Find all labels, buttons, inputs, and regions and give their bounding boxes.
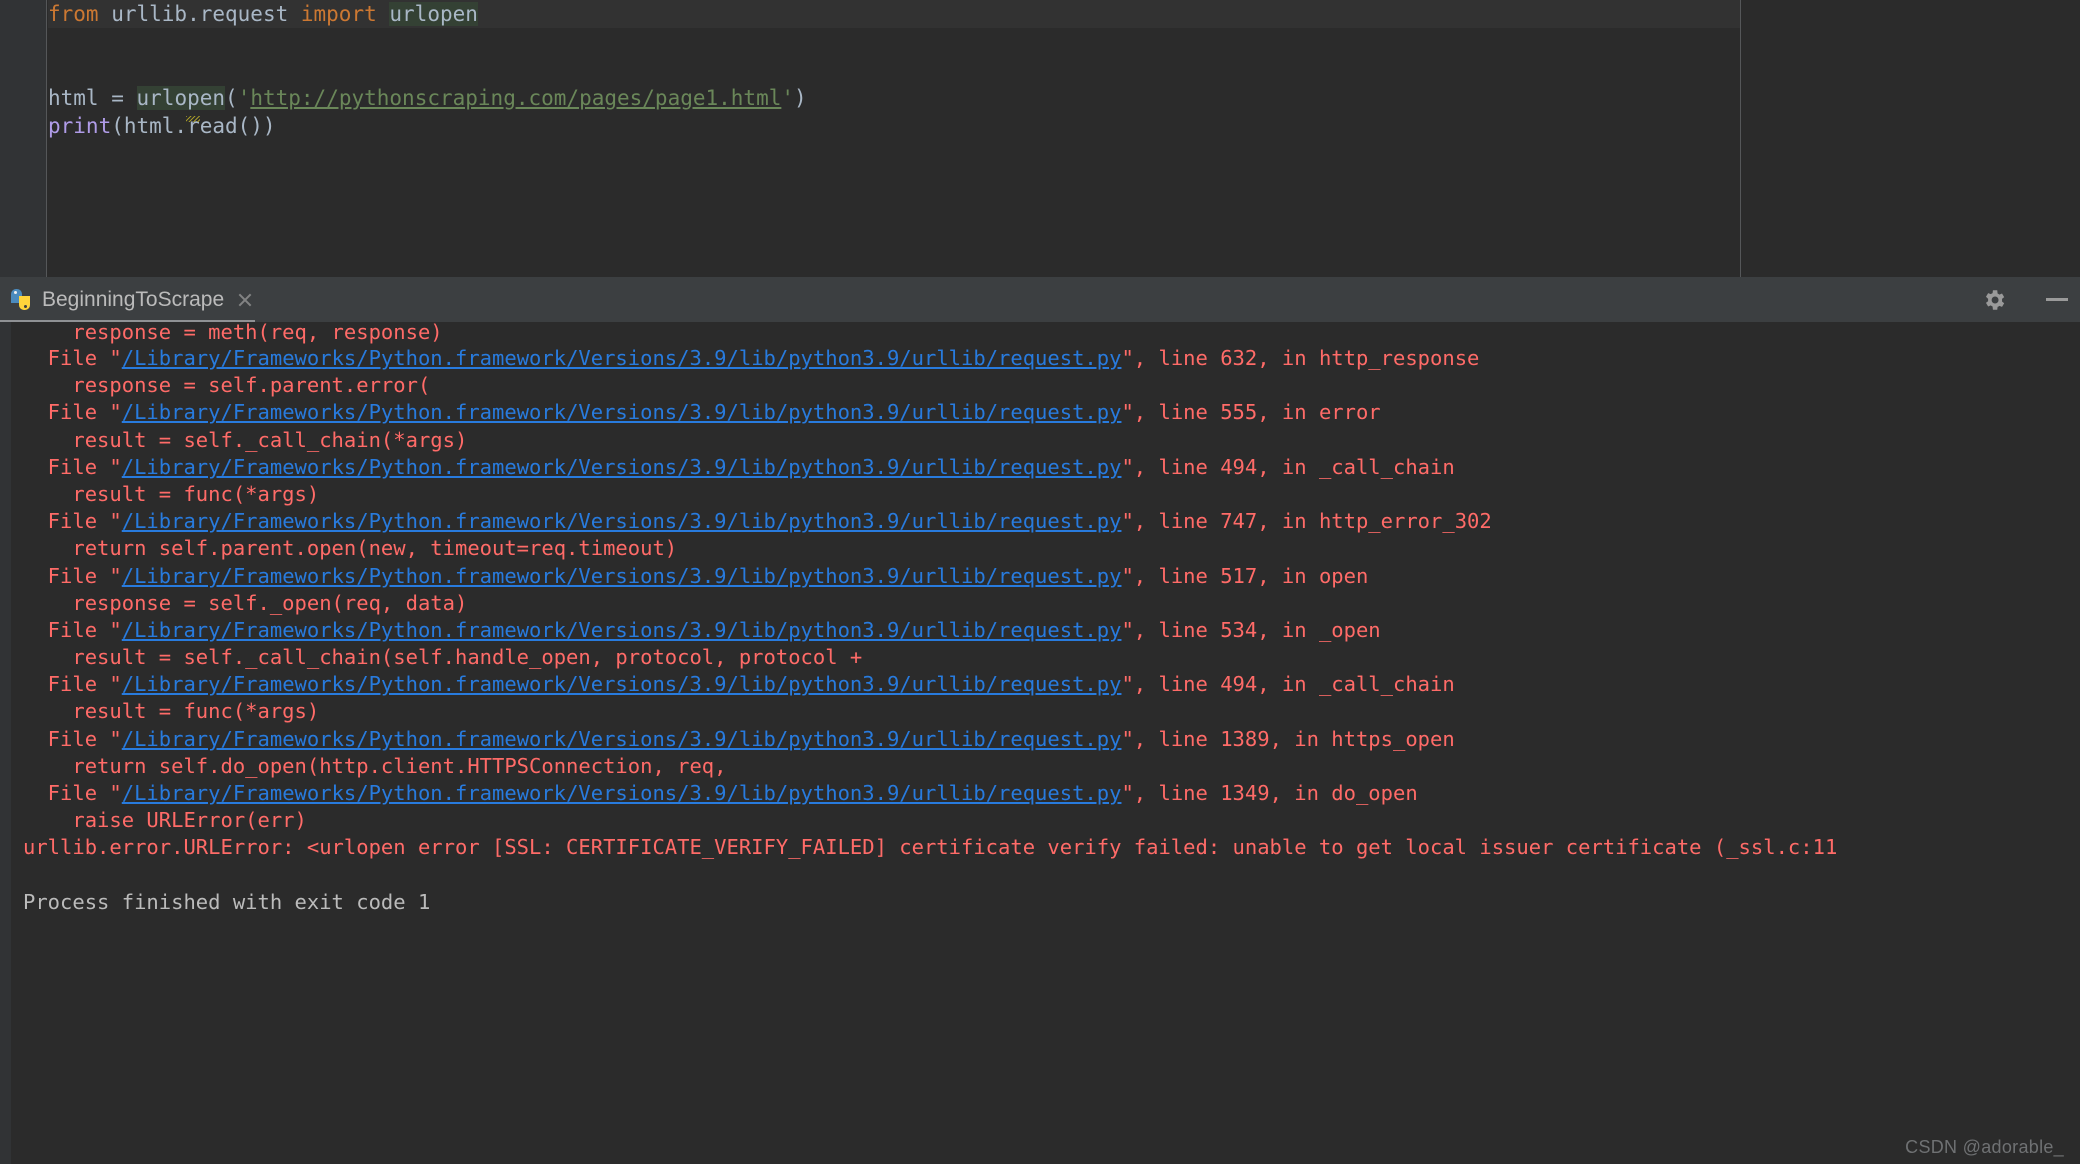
editor-line-number-gutter[interactable] (0, 0, 47, 277)
console-line: urllib.error.URLError: <urlopen error [S… (11, 834, 2080, 861)
code-token: urlopen (389, 2, 478, 26)
console-text: File " (23, 509, 122, 533)
console-line[interactable]: File "/Library/Frameworks/Python.framewo… (11, 671, 2080, 698)
close-icon[interactable] (236, 291, 254, 309)
console-line: raise URLError(err) (11, 807, 2080, 834)
console-line: response = meth(req, response) (11, 322, 2080, 345)
console-text: File " (23, 346, 122, 370)
console-line: response = self._open(req, data) (11, 590, 2080, 617)
console-line[interactable]: File "/Library/Frameworks/Python.framewo… (11, 617, 2080, 644)
console-text: ", line 517, in open (1121, 564, 1368, 588)
run-tab-beginningtoscrape[interactable]: BeginningToScrape (0, 277, 268, 322)
console-text: ", line 1389, in https_open (1121, 727, 1454, 751)
code-token: print (48, 114, 111, 138)
console-text: File " (23, 400, 122, 424)
code-token: import (301, 2, 377, 26)
console-text: ", line 555, in error (1121, 400, 1380, 424)
traceback-file-link[interactable]: /Library/Frameworks/Python.framework/Ver… (122, 781, 1122, 805)
code-token: ' (238, 86, 251, 110)
code-token: urlopen (137, 86, 226, 110)
console-line[interactable]: File "/Library/Frameworks/Python.framewo… (11, 780, 2080, 807)
line-blank-2 (48, 56, 2080, 84)
traceback-file-link[interactable]: /Library/Frameworks/Python.framework/Ver… (122, 618, 1122, 642)
console-line: return self.do_open(http.client.HTTPSCon… (11, 753, 2080, 780)
run-tab-label: BeginningToScrape (42, 288, 224, 312)
traceback-file-link[interactable]: /Library/Frameworks/Python.framework/Ver… (122, 400, 1122, 424)
console-text: ", line 1349, in do_open (1121, 781, 1417, 805)
csdn-watermark: CSDN @adorable_ (1905, 1137, 2064, 1158)
console-line[interactable]: File "/Library/Frameworks/Python.framewo… (11, 399, 2080, 426)
code-token: ' (781, 86, 794, 110)
console-line: response = self.parent.error( (11, 372, 2080, 399)
console-text: ", line 494, in _call_chain (1121, 455, 1454, 479)
console-text: ", line 494, in _call_chain (1121, 672, 1454, 696)
run-tool-window: BeginningToScrape response = meth(req, r… (0, 277, 2080, 1164)
console-line: result = func(*args) (11, 481, 2080, 508)
console-line: result = self._call_chain(*args) (11, 427, 2080, 454)
console-text: File " (23, 672, 122, 696)
code-token (377, 2, 390, 26)
code-token: html = (48, 86, 137, 110)
code-token[interactable]: http://pythonscraping.com/pages/page1.ht… (250, 86, 781, 110)
code-token: ) (794, 86, 807, 110)
console-line (11, 862, 2080, 889)
code-editor-pane[interactable]: from urllib.request import urlopen html … (0, 0, 2080, 277)
console-text: File " (23, 618, 122, 642)
console-text: File " (23, 564, 122, 588)
console-line[interactable]: File "/Library/Frameworks/Python.framewo… (11, 454, 2080, 481)
line-urlopen-call: html = urlopen('http://pythonscraping.co… (48, 84, 2080, 112)
traceback-file-link[interactable]: /Library/Frameworks/Python.framework/Ver… (122, 346, 1122, 370)
console-line: return self.parent.open(new, timeout=req… (11, 535, 2080, 562)
code-token: ( (225, 86, 238, 110)
console-text: ", line 534, in _open (1121, 618, 1380, 642)
console-text: File " (23, 781, 122, 805)
line-blank-1 (48, 28, 2080, 56)
console-text: File " (23, 455, 122, 479)
run-tab-bar: BeginningToScrape (0, 277, 2080, 322)
console-line[interactable]: File "/Library/Frameworks/Python.framewo… (11, 345, 2080, 372)
console-gutter (0, 322, 11, 1164)
traceback-file-link[interactable]: /Library/Frameworks/Python.framework/Ver… (122, 509, 1122, 533)
console-text: File " (23, 727, 122, 751)
run-console[interactable]: response = meth(req, response) File "/Li… (0, 322, 2080, 1164)
editor-code-area[interactable]: from urllib.request import urlopen html … (48, 0, 2080, 277)
console-line[interactable]: File "/Library/Frameworks/Python.framewo… (11, 726, 2080, 753)
python-file-icon (10, 289, 32, 311)
console-text: ", line 747, in http_error_302 (1121, 509, 1491, 533)
traceback-file-link[interactable]: /Library/Frameworks/Python.framework/Ver… (122, 727, 1122, 751)
line-import: from urllib.request import urlopen (48, 0, 2080, 28)
code-token: from (48, 2, 99, 26)
console-text: ", line 632, in http_response (1121, 346, 1479, 370)
console-line[interactable]: File "/Library/Frameworks/Python.framewo… (11, 563, 2080, 590)
console-line: result = func(*args) (11, 698, 2080, 725)
traceback-file-link[interactable]: /Library/Frameworks/Python.framework/Ver… (122, 564, 1122, 588)
console-line[interactable]: File "/Library/Frameworks/Python.framewo… (11, 508, 2080, 535)
console-line: result = self._call_chain(self.handle_op… (11, 644, 2080, 671)
gear-icon[interactable] (1981, 287, 2007, 313)
traceback-file-link[interactable]: /Library/Frameworks/Python.framework/Ver… (122, 455, 1122, 479)
console-line: Process finished with exit code 1 (11, 889, 2080, 916)
console-output[interactable]: response = meth(req, response) File "/Li… (11, 322, 2080, 1164)
code-token: urllib.request (99, 2, 301, 26)
traceback-file-link[interactable]: /Library/Frameworks/Python.framework/Ver… (122, 672, 1122, 696)
minimize-icon[interactable] (2046, 298, 2068, 301)
line-print: print(html.read()) (48, 112, 2080, 140)
warning-squiggle-icon (186, 116, 200, 122)
pycharm-window: from urllib.request import urlopen html … (0, 0, 2080, 1164)
